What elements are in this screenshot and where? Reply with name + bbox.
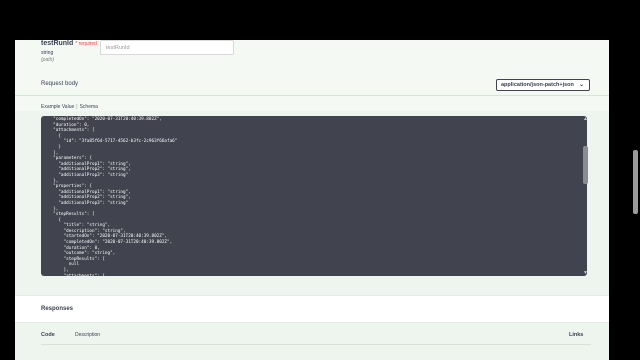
tab-separator: | [76,104,78,110]
parameter-row: testRunId * required string (path) testRu… [15,40,609,111]
scroll-up-icon[interactable]: ▲ [583,116,588,122]
section-divider [15,95,609,96]
tab-schema[interactable]: Schema [80,104,98,110]
json-code[interactable]: "completedOn": "2020-07-31T20:40:39.802Z… [41,116,587,276]
chevron-down-icon: ⌄ [578,82,584,88]
example-tabs: Example Value | Schema [41,104,98,110]
param-name: testRunId * required [41,40,97,47]
swagger-page: testRunId * required string (path) testRu… [15,40,609,360]
param-location: (path) [41,57,55,63]
editor-scrollbar[interactable]: ▲ ▼ [582,116,590,276]
table-divider [41,344,591,345]
required-marker: * required [75,41,97,47]
responses-table-header: Code Description Links [15,322,609,360]
scroll-down-icon[interactable]: ▼ [583,270,588,276]
col-description: Description [75,332,101,338]
testrunid-input[interactable]: testRunId [100,40,234,55]
content-type-select[interactable]: application/json-patch+json ⌄ [496,79,590,91]
request-body-label: Request body [41,81,79,87]
page-scrollbar-thumb[interactable] [633,150,638,214]
scroll-thumb[interactable] [583,146,588,184]
col-links: Links [569,332,584,338]
responses-header: Responses [15,295,609,323]
tab-example-value[interactable]: Example Value [41,104,74,110]
param-type: string [41,50,54,56]
request-body-editor[interactable]: "completedOn": "2020-07-31T20:40:39.802Z… [41,116,587,276]
col-code: Code [41,332,55,338]
responses-title: Responses [41,306,74,312]
